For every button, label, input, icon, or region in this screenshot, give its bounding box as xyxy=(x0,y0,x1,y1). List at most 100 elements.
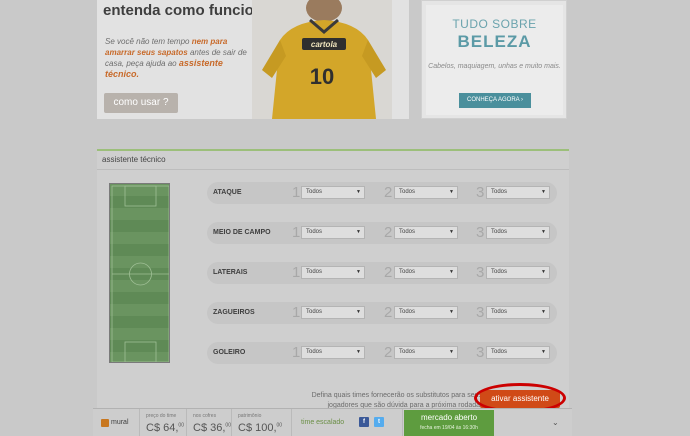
select-value: Todos xyxy=(491,189,508,195)
select-value: Todos xyxy=(306,349,323,355)
stat-value: C$ 100,00 xyxy=(238,422,282,434)
stat-amount: C$ 36, xyxy=(193,422,226,434)
equity-stat: patrimônio C$ 100,00 xyxy=(233,409,292,436)
position-row-attack: ATAQUE 1 Todos ▼ 2 Todos ▼ 3 Todos ▼ xyxy=(207,182,557,204)
team-select[interactable]: Todos ▼ xyxy=(301,346,365,359)
select-value: Todos xyxy=(491,269,508,275)
facebook-icon[interactable]: f xyxy=(359,417,369,427)
promo-text-part: Se você não tem tempo xyxy=(105,37,192,46)
ad-description: Cabelos, maquiagem, unhas e muito mais. xyxy=(428,63,561,70)
priority-number: 2 xyxy=(384,344,393,361)
mural-label: mural xyxy=(111,419,129,426)
player-illustration: cartola 10 xyxy=(252,0,392,119)
team-select[interactable]: Todos ▼ xyxy=(486,186,550,199)
ad-title: BELEZA xyxy=(457,32,532,51)
mural-icon xyxy=(101,419,109,427)
team-status: time escalado f t xyxy=(293,409,403,436)
team-select[interactable]: Todos ▼ xyxy=(301,186,365,199)
dropdown-arrow-icon: ▼ xyxy=(449,189,454,195)
promo-title: entenda como funciona xyxy=(103,2,272,19)
team-select[interactable]: Todos ▼ xyxy=(394,346,458,359)
dropdown-arrow-icon: ▼ xyxy=(541,229,546,235)
position-label: GOLEIRO xyxy=(213,349,246,356)
stat-amount: C$ 64, xyxy=(146,422,179,434)
priority-number: 1 xyxy=(292,264,301,281)
priority-number: 1 xyxy=(292,344,301,361)
jersey-brand: cartola xyxy=(311,40,338,49)
priority-number: 2 xyxy=(384,264,393,281)
team-select[interactable]: Todos ▼ xyxy=(486,306,550,319)
dropdown-arrow-icon: ▼ xyxy=(356,309,361,315)
position-row-midfield: MEIO DE CAMPO 1 Todos ▼ 2 Todos ▼ 3 Todos ▼ xyxy=(207,222,557,244)
stat-amount: C$ 100, xyxy=(238,422,277,434)
select-value: Todos xyxy=(491,229,508,235)
stat-cents: 00 xyxy=(276,422,283,429)
select-value: Todos xyxy=(306,229,323,235)
market-status-button[interactable]: mercado aberto fecha em 19/04 às 16:30h xyxy=(404,410,494,436)
market-close-time: fecha em 19/04 às 16:30h xyxy=(420,425,478,431)
team-select[interactable]: Todos ▼ xyxy=(301,226,365,239)
select-value: Todos xyxy=(399,309,416,315)
select-value: Todos xyxy=(399,349,416,355)
position-label: MEIO DE CAMPO xyxy=(213,229,271,236)
select-value: Todos xyxy=(399,269,416,275)
dropdown-arrow-icon: ▼ xyxy=(449,269,454,275)
market-status: mercado aberto xyxy=(420,413,478,422)
panel-title: assistente técnico xyxy=(102,155,166,164)
how-to-use-button[interactable]: como usar ? xyxy=(104,93,178,113)
dropdown-arrow-icon: ▼ xyxy=(356,349,361,355)
priority-number: 3 xyxy=(476,304,485,321)
position-row-defenders: ZAGUEIROS 1 Todos ▼ 2 Todos ▼ 3 Todos ▼ xyxy=(207,302,557,324)
safe-balance-stat: nos cofres C$ 36,00 xyxy=(188,409,232,436)
beauty-ad[interactable]: TUDO SOBRE BELEZA Cabelos, maquiagem, un… xyxy=(421,0,567,119)
priority-number: 1 xyxy=(292,184,301,201)
position-label: LATERAIS xyxy=(213,269,248,276)
divider xyxy=(97,169,569,170)
team-select[interactable]: Todos ▼ xyxy=(486,346,550,359)
team-select[interactable]: Todos ▼ xyxy=(301,306,365,319)
position-label: ATAQUE xyxy=(213,189,242,196)
select-value: Todos xyxy=(491,309,508,315)
bottom-status-bar: mural preço do time C$ 64,00 nos cofres … xyxy=(93,408,572,436)
dropdown-arrow-icon: ▼ xyxy=(356,269,361,275)
team-select[interactable]: Todos ▼ xyxy=(486,266,550,279)
select-value: Todos xyxy=(399,229,416,235)
ad-cta-button[interactable]: CONHEÇA AGORA › xyxy=(459,93,531,108)
ad-content: TUDO SOBRE BELEZA Cabelos, maquiagem, un… xyxy=(426,5,563,115)
stat-value: C$ 36,00 xyxy=(193,422,231,434)
team-select[interactable]: Todos ▼ xyxy=(486,226,550,239)
stat-cents: 00 xyxy=(178,422,184,429)
stat-label: patrimônio xyxy=(238,413,262,419)
stat-value: C$ 64,00 xyxy=(146,422,184,434)
dropdown-arrow-icon: ▼ xyxy=(356,189,361,195)
select-value: Todos xyxy=(306,189,323,195)
team-status-label: time escalado xyxy=(301,419,345,426)
team-select[interactable]: Todos ▼ xyxy=(301,266,365,279)
priority-number: 2 xyxy=(384,304,393,321)
team-select[interactable]: Todos ▼ xyxy=(394,306,458,319)
dropdown-arrow-icon: ▼ xyxy=(541,349,546,355)
jersey-number: 10 xyxy=(310,64,334,89)
position-row-fullbacks: LATERAIS 1 Todos ▼ 2 Todos ▼ 3 Todos ▼ xyxy=(207,262,557,284)
priority-number: 3 xyxy=(476,184,485,201)
dropdown-arrow-icon: ▼ xyxy=(356,229,361,235)
dropdown-arrow-icon: ▼ xyxy=(541,269,546,275)
team-price-stat: preço do time C$ 64,00 xyxy=(141,409,187,436)
mural-button[interactable]: mural xyxy=(93,409,140,436)
team-select[interactable]: Todos ▼ xyxy=(394,226,458,239)
team-select[interactable]: Todos ▼ xyxy=(394,186,458,199)
team-select[interactable]: Todos ▼ xyxy=(394,266,458,279)
twitter-icon[interactable]: t xyxy=(374,417,384,427)
field-lines xyxy=(111,185,169,362)
dropdown-arrow-icon: ▼ xyxy=(541,189,546,195)
select-value: Todos xyxy=(306,269,323,275)
dropdown-arrow-icon: ▼ xyxy=(449,229,454,235)
priority-number: 1 xyxy=(292,304,301,321)
priority-number: 3 xyxy=(476,224,485,241)
soccer-field-image xyxy=(109,183,170,363)
select-value: Todos xyxy=(491,349,508,355)
stat-label: preço do time xyxy=(146,413,177,419)
select-value: Todos xyxy=(306,309,323,315)
chevron-down-icon[interactable]: ⌄ xyxy=(552,418,559,427)
dropdown-arrow-icon: ▼ xyxy=(449,309,454,315)
